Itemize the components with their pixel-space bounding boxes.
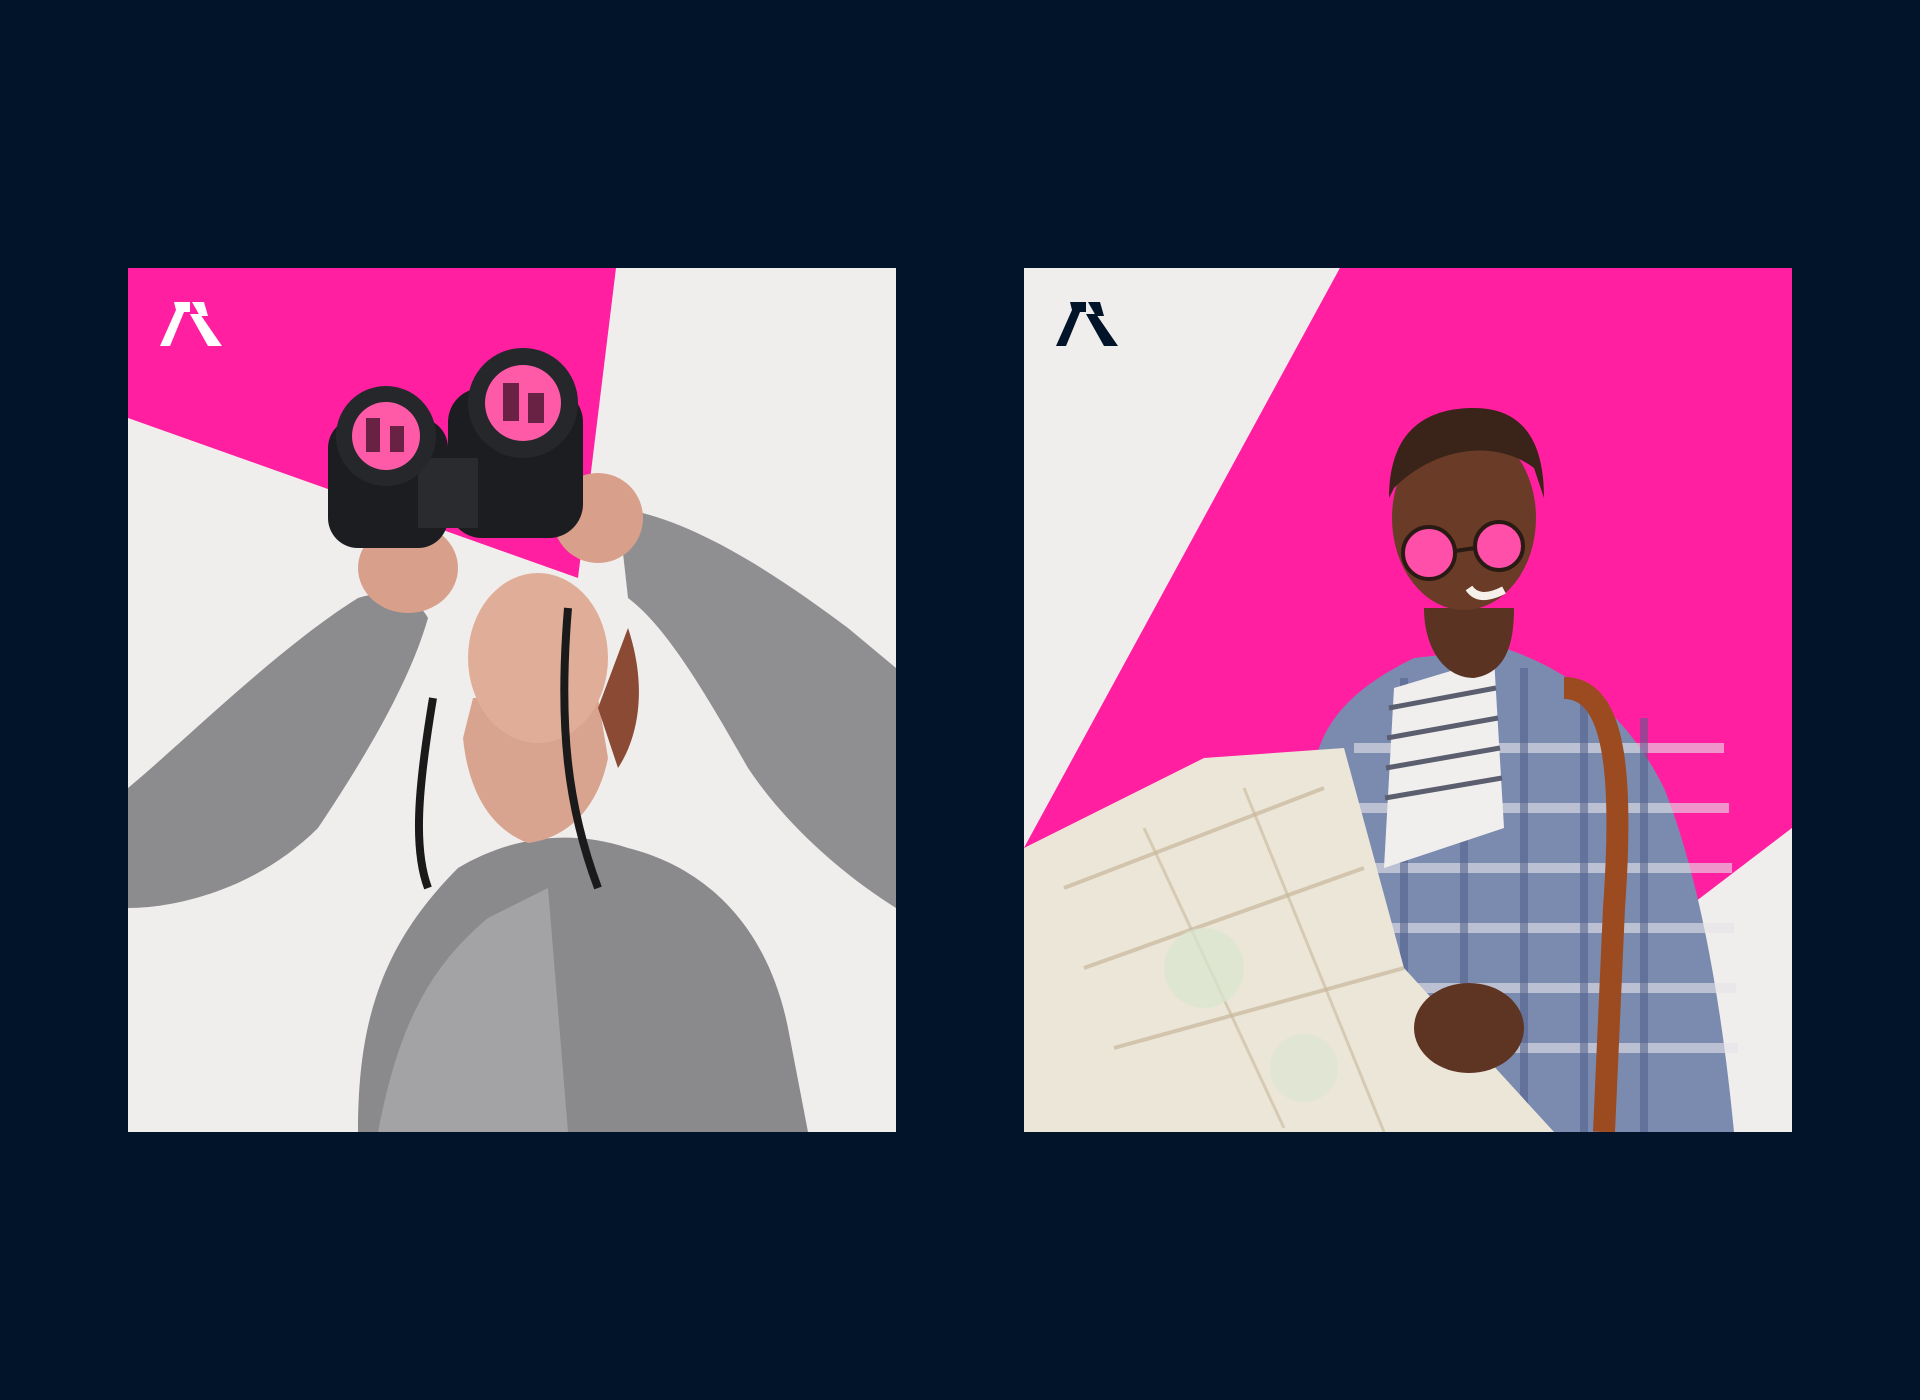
binocular-bridge	[418, 458, 478, 528]
map-card	[1024, 268, 1792, 1132]
lens-reflection-left	[352, 402, 420, 470]
person-with-binoculars-photo	[128, 268, 896, 1132]
left-arm-shape	[128, 594, 428, 908]
brand-mark-icon	[1056, 298, 1118, 350]
sunglass-lens-left	[1401, 525, 1457, 581]
hand-shape	[1414, 983, 1524, 1073]
face-shape	[468, 573, 608, 743]
brand-mark-icon	[160, 298, 222, 350]
right-arm-shape	[618, 508, 896, 908]
binoculars-card	[128, 268, 896, 1132]
lens-reflection-right	[485, 365, 561, 441]
sunglass-lens-right	[1473, 520, 1525, 572]
page-canvas	[0, 0, 1920, 1400]
man-with-map-photo	[1024, 268, 1792, 1132]
